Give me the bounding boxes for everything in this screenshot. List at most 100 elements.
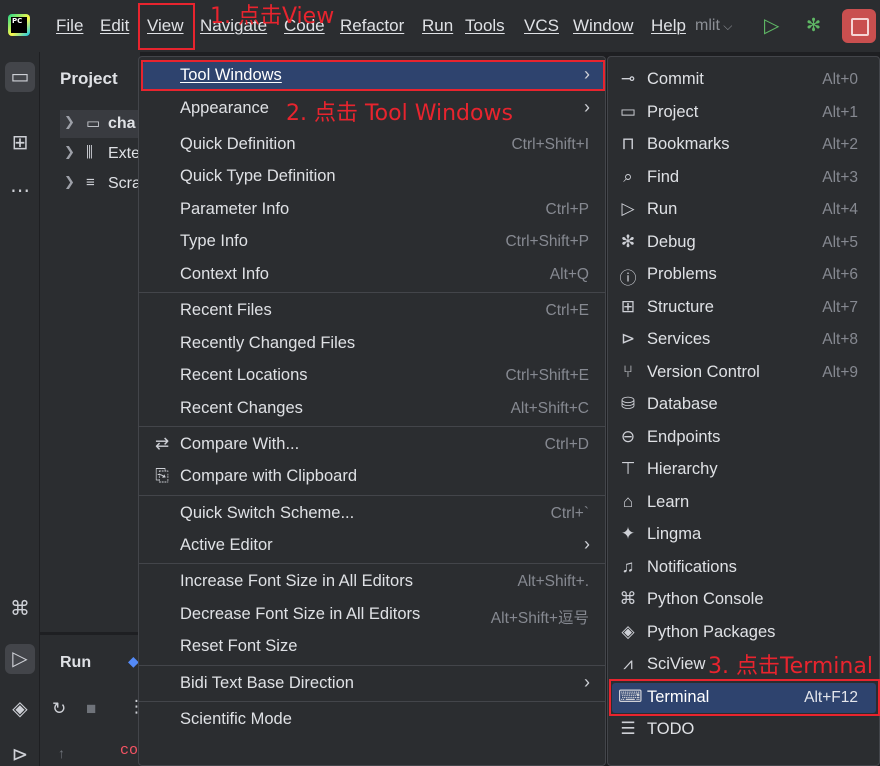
menu-item-project[interactable]: ▭ Project Alt+1 <box>612 98 876 128</box>
menu-item-type-info[interactable]: Type Info Ctrl+Shift+P <box>143 227 603 257</box>
menu-item-recently-changed-files[interactable]: Recently Changed Files <box>143 329 603 359</box>
menu-item-label: Active Editor <box>180 536 273 554</box>
project-folder-icon[interactable]: ▭ <box>5 62 35 92</box>
menu-item-debug[interactable]: ✻ Debug Alt+5 <box>612 228 876 258</box>
menu-item-commit[interactable]: ⊸ Commit Alt+0 <box>612 65 876 95</box>
menu-item-database[interactable]: ⛁ Database <box>612 390 876 420</box>
menu-item-python-packages[interactable]: ◈ Python Packages <box>612 618 876 648</box>
menu-item-scientific-mode[interactable]: Scientific Mode <box>143 705 603 735</box>
menu-run[interactable]: Run <box>422 16 453 36</box>
menu-item-recent-changes[interactable]: Recent Changes Alt+Shift+C <box>143 394 603 424</box>
structure-icon[interactable]: ⊞ <box>5 128 35 158</box>
menu-item-context-info[interactable]: Context Info Alt+Q <box>143 260 603 290</box>
menu-item-label: Recently Changed Files <box>180 334 356 352</box>
search-icon: ⌕ <box>623 167 633 186</box>
menu-item-notifications[interactable]: ♫ Notifications <box>612 553 876 583</box>
menu-item-recent-locations[interactable]: Recent Locations Ctrl+Shift+E <box>143 361 603 391</box>
menu-item-shortcut: Alt+2 <box>822 136 858 153</box>
menu-item-problems[interactable]: ⓘ Problems Alt+6 <box>612 260 876 290</box>
chevron-right-icon[interactable]: ❯ <box>64 144 75 160</box>
menu-item-endpoints[interactable]: ⊖ Endpoints <box>612 423 876 453</box>
scroll-up-icon[interactable]: ↑ <box>58 745 65 761</box>
chevron-right-icon: › <box>584 672 590 692</box>
menu-item-structure[interactable]: ⊞ Structure Alt+7 <box>612 293 876 323</box>
menu-item-learn[interactable]: ⌂ Learn <box>612 488 876 518</box>
menu-refactor[interactable]: Refactor <box>340 16 404 36</box>
menu-item-shortcut: Alt+Shift+C <box>510 400 589 417</box>
menu-item-find[interactable]: ⌕ Find Alt+3 <box>612 163 876 193</box>
menu-item-services[interactable]: ⊳ Services Alt+8 <box>612 325 876 355</box>
annotation-step1: 1. 点击View <box>210 4 335 29</box>
python-console-icon[interactable]: ⌘ <box>5 594 35 624</box>
menu-item-todo[interactable]: ☰ TODO <box>612 715 876 745</box>
menu-item-lingma[interactable]: ✦ Lingma <box>612 520 876 550</box>
services-icon[interactable]: ⊳ <box>5 740 35 766</box>
compare-arrows-icon: ⇄ <box>154 434 170 453</box>
menu-item-label: Quick Type Definition <box>180 167 336 185</box>
menu-item-parameter-info[interactable]: Parameter Info Ctrl+P <box>143 195 603 225</box>
menu-item-label: Endpoints <box>647 428 721 446</box>
debug-bug-icon[interactable]: ✻ <box>806 14 828 36</box>
tree-item-scratches[interactable]: ❯ ≡ Scra <box>60 170 140 198</box>
menu-item-python-console[interactable]: ⌘ Python Console <box>612 585 876 615</box>
menu-item-shortcut: Alt+0 <box>822 71 858 88</box>
todo-list-icon: ☰ <box>620 719 636 738</box>
menu-separator <box>139 563 605 564</box>
menu-item-active-editor[interactable]: Active Editor › <box>143 531 603 561</box>
python-packages-icon[interactable]: ◈ <box>5 694 35 724</box>
menu-item-shortcut: Alt+3 <box>822 169 858 186</box>
stop-icon[interactable]: ■ <box>86 699 96 719</box>
menu-item-quick-switch-scheme[interactable]: Quick Switch Scheme... Ctrl+` <box>143 499 603 529</box>
menu-item-compare-clipboard[interactable]: ⎘ Compare with Clipboard <box>143 462 603 492</box>
menu-item-label: TODO <box>647 720 695 738</box>
tree-item-project-root[interactable]: ❯ ▭ cha <box>60 110 140 138</box>
tree-item-label: cha <box>108 115 136 132</box>
chevron-right-icon[interactable]: ❯ <box>64 114 75 130</box>
menu-help[interactable]: Help <box>651 16 686 36</box>
menu-tools[interactable]: Tools <box>465 16 505 36</box>
menu-item-bidi-direction[interactable]: Bidi Text Base Direction › <box>143 669 603 699</box>
menu-separator <box>139 292 605 293</box>
database-icon: ⛁ <box>620 394 636 413</box>
menu-item-label: Scientific Mode <box>180 710 292 728</box>
menu-vcs[interactable]: VCS <box>524 16 559 36</box>
menu-item-label: Appearance <box>180 99 269 117</box>
menu-item-recent-files[interactable]: Recent Files Ctrl+E <box>143 296 603 326</box>
project-switcher[interactable]: mlit <box>695 17 732 35</box>
menu-item-label: Quick Switch Scheme... <box>180 504 355 522</box>
tree-item-external-libraries[interactable]: ❯ ⫼ Exte <box>60 140 140 168</box>
menu-file[interactable]: File <box>56 16 83 36</box>
run-icon[interactable]: ▷ <box>764 15 786 37</box>
menu-item-shortcut: Ctrl+` <box>550 505 589 522</box>
menu-item-reset-font[interactable]: Reset Font Size <box>143 632 603 662</box>
left-tool-strip: ▭ ⊞ ⋯ ⌘ ▷ ◈ ⊳ <box>0 52 40 766</box>
menu-item-label: Learn <box>647 493 690 511</box>
rerun-icon[interactable]: ↻ <box>52 699 66 719</box>
menu-item-decrease-font[interactable]: Decrease Font Size in All Editors Alt+Sh… <box>143 600 603 630</box>
menu-item-quick-type-definition[interactable]: Quick Type Definition <box>143 162 603 192</box>
project-panel-title[interactable]: Project <box>60 69 118 89</box>
menu-window[interactable]: Window <box>573 16 633 36</box>
endpoints-icon: ⊖ <box>620 427 636 446</box>
more-tools-icon[interactable]: ⋯ <box>5 176 35 206</box>
external-libraries-icon: ⫼ <box>86 144 93 161</box>
menu-item-label: SciView <box>647 655 706 673</box>
menu-edit[interactable]: Edit <box>100 16 129 36</box>
menu-item-hierarchy[interactable]: ⊤ Hierarchy <box>612 455 876 485</box>
menu-item-version-control[interactable]: ⑂ Version Control Alt+9 <box>612 358 876 388</box>
stop-button[interactable] <box>842 9 876 43</box>
menu-item-label: Run <box>647 200 678 218</box>
menu-item-increase-font[interactable]: Increase Font Size in All Editors Alt+Sh… <box>143 567 603 597</box>
menu-item-label: Project <box>647 103 699 121</box>
menu-item-bookmarks[interactable]: ⊓ Bookmarks Alt+2 <box>612 130 876 160</box>
chevron-right-icon[interactable]: ❯ <box>64 174 75 190</box>
menu-item-label: Services <box>647 330 711 348</box>
run-panel-title[interactable]: Run <box>60 654 91 672</box>
python-icon: ⌘ <box>619 589 637 608</box>
menu-item-label: Problems <box>647 265 717 283</box>
menu-item-shortcut: Ctrl+Shift+I <box>511 136 589 153</box>
menu-item-compare-with[interactable]: ⇄ Compare With... Ctrl+D <box>143 430 603 460</box>
menu-item-quick-definition[interactable]: Quick Definition Ctrl+Shift+I <box>143 130 603 160</box>
run-tool-icon[interactable]: ▷ <box>5 644 35 674</box>
menu-item-run[interactable]: ▷ Run Alt+4 <box>612 195 876 225</box>
